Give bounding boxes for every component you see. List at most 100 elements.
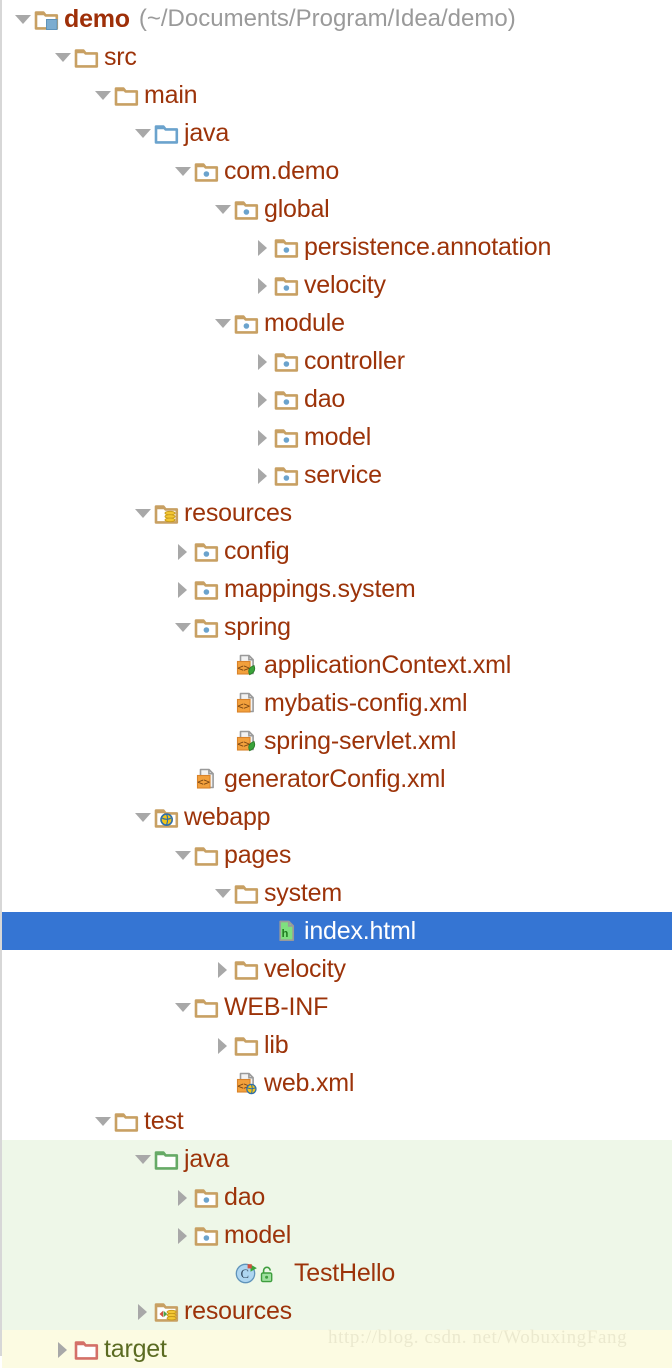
tree-row[interactable]: dao bbox=[2, 380, 672, 418]
chevron-right-icon[interactable] bbox=[212, 1034, 234, 1056]
chevron-down-icon[interactable] bbox=[172, 996, 194, 1018]
tree-row[interactable]: service bbox=[2, 456, 672, 494]
chevron-down-icon[interactable] bbox=[212, 312, 234, 334]
tree-row[interactable]: WEB-INF bbox=[2, 988, 672, 1026]
tree-row[interactable]: com.demo bbox=[2, 152, 672, 190]
chevron-down-icon[interactable] bbox=[172, 616, 194, 638]
tree-row[interactable]: <> mybatis-config.xml bbox=[2, 684, 672, 722]
chevron-down-icon[interactable] bbox=[92, 1110, 114, 1132]
tree-row-label: model bbox=[304, 422, 372, 451]
tree-row-label: velocity bbox=[264, 954, 346, 983]
chevron-down-icon[interactable] bbox=[132, 1148, 154, 1170]
chevron-right-icon[interactable] bbox=[252, 350, 274, 372]
chevron-down-icon[interactable] bbox=[212, 882, 234, 904]
chevron-down-icon[interactable] bbox=[132, 502, 154, 524]
tree-row[interactable]: java bbox=[2, 1140, 672, 1178]
xml-web-file-icon: <> bbox=[234, 1071, 260, 1095]
tree-row-label: service bbox=[304, 460, 382, 489]
folder-test-source-root-icon bbox=[154, 1147, 180, 1171]
folder-icon bbox=[234, 1033, 260, 1057]
tree-row[interactable]: C TestHello bbox=[2, 1254, 672, 1292]
chevron-down-icon[interactable] bbox=[132, 806, 154, 828]
chevron-right-icon[interactable] bbox=[252, 464, 274, 486]
folder-icon bbox=[234, 957, 260, 981]
tree-row[interactable]: target bbox=[2, 1330, 672, 1368]
svg-text:h: h bbox=[282, 928, 289, 940]
chevron-right-icon[interactable] bbox=[172, 540, 194, 562]
tree-row[interactable]: mappings.system bbox=[2, 570, 672, 608]
chevron-right-icon[interactable] bbox=[172, 578, 194, 600]
tree-row[interactable]: velocity bbox=[2, 266, 672, 304]
tree-row[interactable]: persistence.annotation bbox=[2, 228, 672, 266]
tree-row[interactable]: pages bbox=[2, 836, 672, 874]
folder-package-icon bbox=[274, 463, 300, 487]
chevron-down-icon[interactable] bbox=[212, 198, 234, 220]
tree-row[interactable]: test bbox=[2, 1102, 672, 1140]
tree-row-label: spring bbox=[224, 612, 291, 641]
chevron-right-icon[interactable] bbox=[252, 236, 274, 258]
chevron-right-icon[interactable] bbox=[252, 274, 274, 296]
tree-row[interactable]: resources bbox=[2, 494, 672, 532]
xml-file-icon: <> bbox=[194, 767, 220, 791]
tree-row-label: controller bbox=[304, 346, 405, 375]
tree-row[interactable]: module bbox=[2, 304, 672, 342]
tree-row[interactable]: <> spring-servlet.xml bbox=[2, 722, 672, 760]
tree-row[interactable]: <> web.xml bbox=[2, 1064, 672, 1102]
tree-row[interactable]: global bbox=[2, 190, 672, 228]
folder-package-icon bbox=[234, 311, 260, 335]
folder-icon bbox=[74, 45, 100, 69]
chevron-down-icon[interactable] bbox=[92, 84, 114, 106]
tree-row[interactable]: velocity bbox=[2, 950, 672, 988]
tree-arrow-placeholder bbox=[212, 730, 234, 752]
folder-package-icon bbox=[194, 539, 220, 563]
tree-row[interactable]: spring bbox=[2, 608, 672, 646]
folder-icon bbox=[234, 881, 260, 905]
tree-row[interactable]: main bbox=[2, 76, 672, 114]
tree-arrow-placeholder bbox=[172, 768, 194, 790]
tree-row-label: lib bbox=[264, 1030, 289, 1059]
svg-text:C: C bbox=[241, 1267, 249, 1281]
tree-row[interactable]: lib bbox=[2, 1026, 672, 1064]
tree-row[interactable]: java bbox=[2, 114, 672, 152]
chevron-right-icon[interactable] bbox=[252, 388, 274, 410]
tree-row-label: global bbox=[264, 194, 330, 223]
xml-spring-file-icon: <> bbox=[234, 653, 260, 677]
tree-row[interactable]: config bbox=[2, 532, 672, 570]
tree-row-label: pages bbox=[224, 840, 292, 869]
tree-row[interactable]: <> generatorConfig.xml bbox=[2, 760, 672, 798]
folder-excluded-icon bbox=[74, 1337, 100, 1361]
folder-icon bbox=[114, 83, 140, 107]
chevron-right-icon[interactable] bbox=[252, 426, 274, 448]
folder-icon bbox=[194, 843, 220, 867]
chevron-down-icon[interactable] bbox=[12, 8, 34, 30]
chevron-right-icon[interactable] bbox=[132, 1300, 154, 1322]
tree-row[interactable]: h index.html bbox=[2, 912, 672, 950]
tree-row[interactable]: demo (~/Documents/Program/Idea/demo) bbox=[2, 0, 672, 38]
tree-row[interactable]: model bbox=[2, 418, 672, 456]
tree-arrow-placeholder bbox=[212, 692, 234, 714]
tree-row-label: system bbox=[264, 878, 342, 907]
chevron-right-icon[interactable] bbox=[52, 1338, 74, 1360]
project-tree[interactable]: demo (~/Documents/Program/Idea/demo) src ma… bbox=[0, 0, 672, 1368]
tree-row[interactable]: system bbox=[2, 874, 672, 912]
chevron-down-icon[interactable] bbox=[132, 122, 154, 144]
chevron-right-icon[interactable] bbox=[212, 958, 234, 980]
tree-row-label: webapp bbox=[184, 802, 271, 831]
chevron-down-icon[interactable] bbox=[52, 46, 74, 68]
tree-row[interactable]: <> applicationContext.xml bbox=[2, 646, 672, 684]
tree-row[interactable]: src bbox=[2, 38, 672, 76]
tree-row[interactable]: dao bbox=[2, 1178, 672, 1216]
tree-row[interactable]: resources bbox=[2, 1292, 672, 1330]
tree-row-label: config bbox=[224, 536, 290, 565]
folder-icon bbox=[194, 995, 220, 1019]
tree-arrow-placeholder bbox=[252, 920, 274, 942]
tree-row-label: web.xml bbox=[264, 1068, 355, 1097]
chevron-down-icon[interactable] bbox=[172, 160, 194, 182]
tree-row[interactable]: model bbox=[2, 1216, 672, 1254]
chevron-right-icon[interactable] bbox=[172, 1224, 194, 1246]
chevron-down-icon[interactable] bbox=[172, 844, 194, 866]
chevron-right-icon[interactable] bbox=[172, 1186, 194, 1208]
folder-package-icon bbox=[234, 197, 260, 221]
tree-row[interactable]: webapp bbox=[2, 798, 672, 836]
tree-row[interactable]: controller bbox=[2, 342, 672, 380]
